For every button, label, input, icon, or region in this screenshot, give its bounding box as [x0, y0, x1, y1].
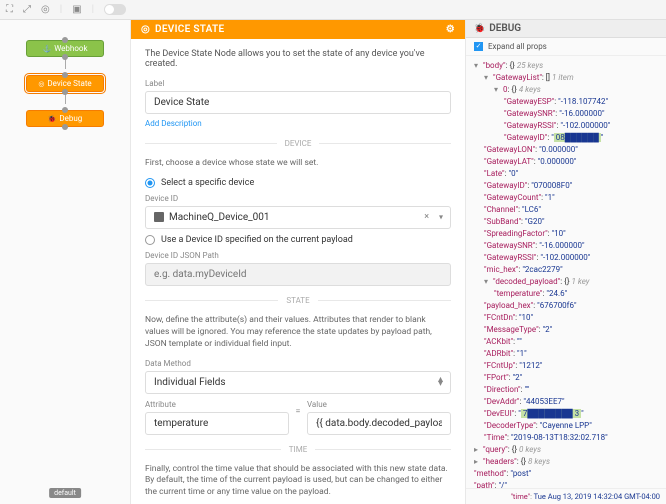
json-path-input	[145, 263, 451, 286]
updown-icon[interactable]: ▴▾	[438, 378, 443, 386]
state-divider: STATE	[145, 296, 451, 305]
checkbox-icon[interactable]: ✓	[474, 42, 483, 51]
state-help: Now, define the attribute(s) and their v…	[145, 315, 451, 351]
debug-panel: 🐞DEBUG ✓Expand all props ▾"body": {} 25 …	[466, 20, 666, 504]
node-device-state[interactable]: ◎Device State	[26, 75, 104, 92]
value-input[interactable]	[307, 412, 451, 435]
bug-icon: 🐞	[474, 24, 485, 34]
node-debug[interactable]: 🐞Debug	[26, 110, 104, 127]
node-webhook[interactable]: ⚓Webhook	[26, 40, 104, 57]
expand-icon[interactable]: ⤢	[23, 4, 31, 15]
label-field-label: Label	[145, 79, 451, 88]
value-label: Value	[307, 400, 451, 409]
device-help: First, choose a device whose state we wi…	[145, 158, 451, 170]
expand-all-props[interactable]: ✓Expand all props	[466, 38, 666, 56]
device-divider: DEVICE	[145, 139, 451, 148]
debug-header: 🐞DEBUG	[466, 20, 666, 38]
add-description-link[interactable]: Add Description	[145, 119, 202, 128]
default-badge: default	[49, 488, 81, 498]
panel-description: The Device State Node allows you to set …	[145, 49, 451, 69]
clear-icon[interactable]: ×	[424, 212, 429, 222]
panel-icon[interactable]: ▣	[72, 4, 81, 15]
time-divider: TIME	[145, 445, 451, 454]
preview-toggle[interactable]	[104, 4, 126, 15]
label-input[interactable]	[145, 91, 451, 114]
radio-payload-device[interactable]: Use a Device ID specified on the current…	[145, 235, 451, 245]
time-help: Finally, control the time value that sho…	[145, 464, 451, 500]
top-toolbar: ⛶ ⤢ ◎ | ▣ |	[0, 0, 666, 20]
workflow-canvas[interactable]: ⚓Webhook ◎Device State 🐞Debug default	[0, 20, 130, 504]
debug-tree[interactable]: ▾"body": {} 25 keys ▾"GatewayList": [] 1…	[466, 56, 666, 488]
chevron-down-icon[interactable]: ▾	[439, 213, 443, 222]
equals-sign: =	[289, 400, 307, 435]
attribute-label: Attribute	[145, 400, 289, 409]
attribute-input[interactable]	[145, 412, 289, 435]
radio-specific-device[interactable]: Select a specific device	[145, 178, 451, 188]
target-icon[interactable]: ◎	[41, 4, 50, 15]
device-id-select[interactable]: MachineQ_Device_001 × ▾	[145, 206, 451, 229]
device-icon	[154, 212, 164, 222]
panel-header: ◎DEVICE STATE ⚙	[131, 20, 465, 39]
data-method-select[interactable]: Individual Fields ▴▾	[145, 371, 451, 394]
json-path-label: Device ID JSON Path	[145, 251, 451, 260]
data-method-label: Data Method	[145, 359, 451, 368]
debug-timestamp: "time": Tue Aug 13, 2019 14:32:04 GMT-04…	[466, 488, 666, 504]
properties-panel: ◎DEVICE STATE ⚙ The Device State Node al…	[130, 20, 466, 504]
crop-icon[interactable]: ⛶	[6, 4, 13, 15]
device-id-label: Device ID	[145, 194, 451, 203]
gear-icon[interactable]: ⚙	[446, 24, 455, 35]
